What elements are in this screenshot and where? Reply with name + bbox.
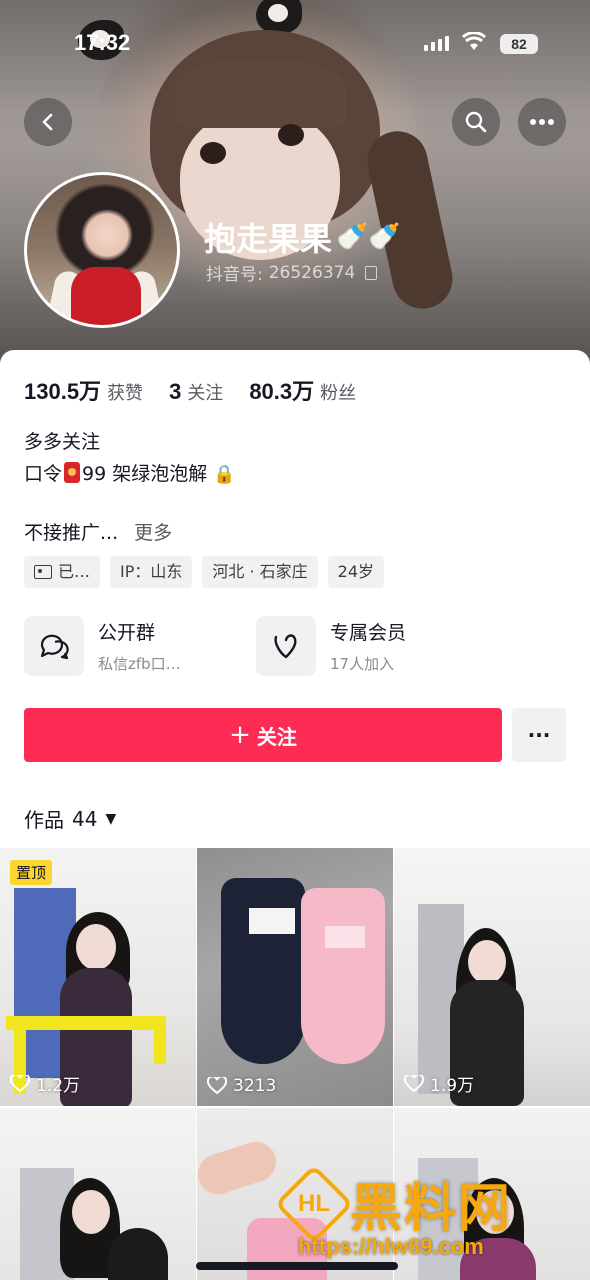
card-exclusive-member[interactable]: 专属会员 17人加入 <box>256 616 488 676</box>
pinned-badge: 置顶 <box>10 860 53 885</box>
id-card-icon <box>34 565 52 579</box>
lock-icon: 🔒 <box>213 464 236 485</box>
video-likes: 1.9万 <box>404 1071 474 1096</box>
profile-panel: 130.5万 获赞 3 关注 80.3万 粉丝 多多关注 口令 99 架绿泡泡解 … <box>0 350 590 1280</box>
vip-heart-icon <box>256 616 316 676</box>
plus-icon: + <box>229 720 251 750</box>
video-tile[interactable] <box>0 1108 196 1280</box>
feature-cards: 公开群 私信zfb口… 专属会员 17人加入 <box>24 616 488 676</box>
works-label: 作品 <box>24 808 64 832</box>
nickname: 抱走果果 🍼🍼 <box>204 214 401 260</box>
follow-button[interactable]: + 关注 <box>24 708 502 762</box>
cover-eye-right <box>278 124 304 146</box>
video-tile[interactable]: 1.9万 <box>394 848 590 1106</box>
card-subtitle: 私信zfb口… <box>98 655 181 673</box>
stat-followers[interactable]: 80.3万 粉丝 <box>249 374 356 406</box>
stat-value: 80.3万 <box>249 379 315 404</box>
douyin-id-value: 26526374 <box>268 262 356 283</box>
bio-line-3: 不接推广... <box>24 522 119 544</box>
home-indicator[interactable] <box>196 1262 398 1270</box>
tag-label: 河北 · 石家庄 <box>212 562 308 581</box>
likes-count: 3213 <box>233 1076 277 1096</box>
watermark: HL 黑料网 <box>274 1163 513 1244</box>
heart-outline-icon <box>10 1074 30 1092</box>
watermark-url: https://hlw69.com <box>298 1234 484 1259</box>
douyin-id-label: 抖音号: <box>206 265 263 285</box>
card-subtitle: 17人加入 <box>330 655 395 673</box>
heart-outline-icon <box>207 1077 227 1095</box>
stats-row: 130.5万 获赞 3 关注 80.3万 粉丝 <box>24 374 382 406</box>
bio-line-1: 多多关注 <box>24 431 101 453</box>
stat-value: 3 <box>169 379 182 404</box>
tag-age: 24岁 <box>327 556 385 588</box>
tag-verified[interactable]: 已… <box>24 556 101 588</box>
back-button[interactable] <box>24 98 72 146</box>
copy-icon[interactable] <box>365 265 378 280</box>
watermark-logo-icon: HL <box>274 1163 354 1244</box>
red-envelope-icon <box>64 462 81 483</box>
video-likes: 3213 <box>207 1076 276 1096</box>
bio-line-2: 口令 99 架绿泡泡解 🔒 <box>24 458 236 491</box>
follow-label: 关注 <box>256 724 297 749</box>
card-public-group[interactable]: 公开群 私信zfb口… <box>24 616 256 676</box>
follow-more-button[interactable]: ··· <box>512 708 566 762</box>
stat-likes: 130.5万 获赞 <box>24 374 143 406</box>
tag-location: 河北 · 石家庄 <box>202 556 318 588</box>
works-count: 44 <box>72 806 98 831</box>
baby-bottle-emoji: 🍼🍼 <box>336 222 401 252</box>
bio: 多多关注 口令 99 架绿泡泡解 🔒 <box>24 426 236 491</box>
bio-more-line[interactable]: 不接推广... 更多 <box>24 518 172 545</box>
profile-tags: 已… IP：山东 河北 · 石家庄 24岁 <box>24 556 385 588</box>
profile-cover: 17:32 82 抱走果果 🍼🍼 抖音号: 26526374 <box>0 0 590 372</box>
status-bar: 17:32 82 <box>0 30 590 60</box>
search-button[interactable] <box>452 98 500 146</box>
wifi-icon <box>461 31 487 57</box>
cellular-signal-icon <box>424 36 449 51</box>
tag-label: IP：山东 <box>120 562 183 581</box>
tag-label: 24岁 <box>337 562 375 581</box>
bio-line-2-suffix: 99 架绿泡泡解 <box>82 463 208 485</box>
stat-label: 粉丝 <box>320 383 357 404</box>
nickname-text: 抱走果果 <box>204 220 333 258</box>
video-tile[interactable]: 置顶 1.2万 <box>0 848 196 1106</box>
battery-icon: 82 <box>500 34 538 54</box>
action-row: + 关注 ··· <box>24 708 566 762</box>
douyin-id[interactable]: 抖音号: 26526374 <box>206 260 378 285</box>
status-time: 17:32 <box>74 30 131 55</box>
stat-value: 130.5万 <box>24 379 102 404</box>
heart-outline-icon <box>404 1074 424 1092</box>
cover-eye-left <box>200 142 226 164</box>
search-icon <box>465 111 487 133</box>
tab-works[interactable]: 作品 44 ▼ <box>24 804 116 833</box>
stat-label: 获赞 <box>107 383 144 404</box>
card-title: 公开群 <box>98 622 156 644</box>
cat-ear-right <box>256 0 302 34</box>
cover-bangs <box>176 60 346 128</box>
ellipsis-icon <box>530 119 554 125</box>
stat-label: 关注 <box>187 383 224 404</box>
video-tile[interactable]: 3213 <box>197 848 393 1106</box>
more-options-button[interactable] <box>518 98 566 146</box>
likes-count: 1.2万 <box>36 1076 81 1096</box>
chevron-left-icon <box>42 113 53 131</box>
tag-ip: IP：山东 <box>110 556 193 588</box>
chat-bubbles-icon <box>24 616 84 676</box>
tag-label: 已… <box>58 562 91 581</box>
avatar[interactable] <box>24 172 180 328</box>
card-title: 专属会员 <box>330 622 407 644</box>
caret-down-icon: ▼ <box>105 810 117 827</box>
likes-count: 1.9万 <box>430 1076 475 1096</box>
stat-following[interactable]: 3 关注 <box>169 379 223 405</box>
bio-line-2-prefix: 口令 <box>24 463 63 485</box>
bio-more-link[interactable]: 更多 <box>134 522 172 544</box>
watermark-text: 黑料网 <box>350 1179 513 1239</box>
video-likes: 1.2万 <box>10 1071 80 1096</box>
